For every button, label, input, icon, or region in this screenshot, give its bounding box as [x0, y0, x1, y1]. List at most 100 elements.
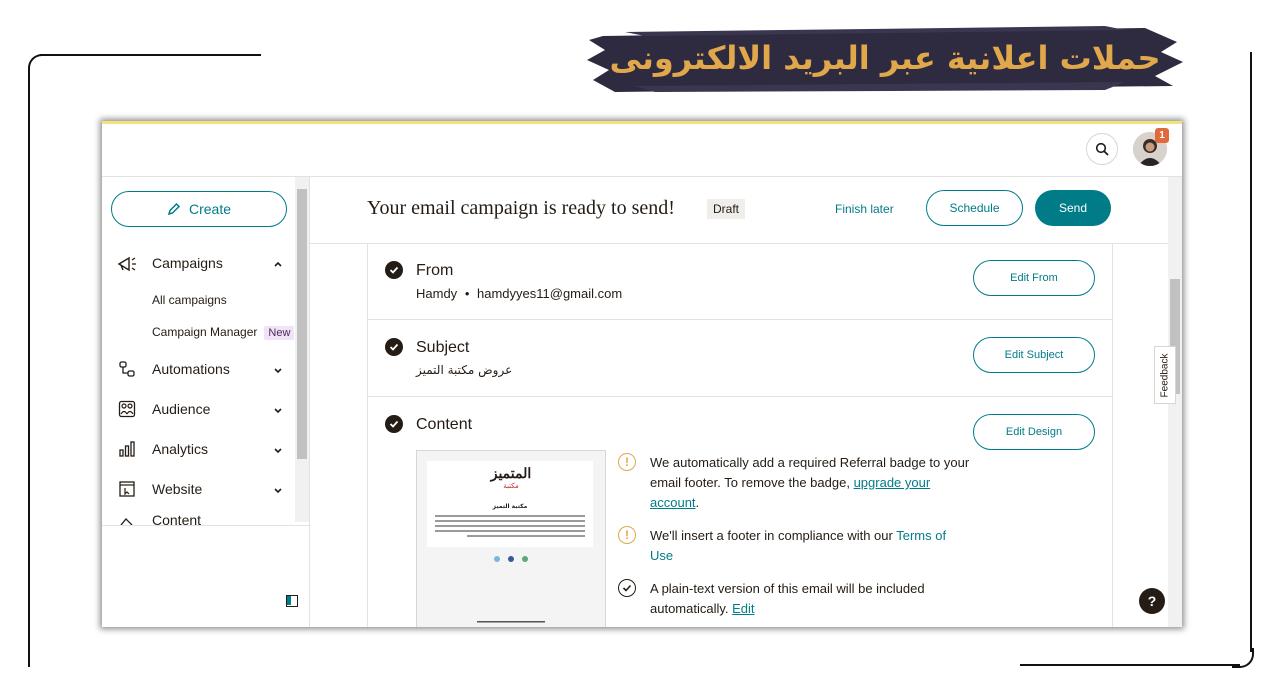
page-title: Your email campaign is ready to send!	[367, 197, 675, 219]
notification-badge: 1	[1155, 128, 1169, 143]
sidebar-item-audience[interactable]: Audience	[116, 397, 284, 421]
subitem-label: Campaign Manager	[152, 325, 258, 339]
chevron-down-icon	[272, 443, 284, 459]
schedule-button[interactable]: Schedule	[926, 190, 1023, 226]
search-icon	[1095, 142, 1109, 156]
subitem-label: All campaigns	[152, 293, 227, 307]
campaign-header: Your email campaign is ready to send! Dr…	[310, 177, 1168, 244]
send-button-label: Send	[1058, 201, 1088, 215]
notice-body: We'll insert a footer in compliance with…	[650, 528, 893, 543]
preview-logo-text: المتميز	[490, 466, 532, 482]
feedback-tab[interactable]: Feedback	[1154, 346, 1176, 404]
preview-body-lines	[435, 515, 585, 537]
notice-text: A plain-text version of this email will …	[650, 579, 970, 619]
chevron-down-icon	[272, 363, 284, 379]
campaign-checklist: From Hamdy • hamdyyes11@gmail.com Edit F…	[367, 243, 1113, 627]
from-separator: •	[464, 286, 470, 301]
subject-value: عروض مكتبة التميز	[416, 363, 513, 377]
notice-referral-badge: ! We automatically add a required Referr…	[618, 453, 970, 513]
chevron-down-icon	[272, 403, 284, 419]
edit-plain-text-link[interactable]: Edit	[732, 601, 754, 616]
notice-text: We automatically add a required Referral…	[650, 453, 970, 513]
from-title: From	[416, 262, 454, 279]
content-section: Content Edit Design المتميز مكتبة مكتبة …	[368, 397, 1112, 627]
content-title: Content	[416, 416, 473, 433]
frame-corner-top-left	[28, 54, 50, 76]
edit-subject-label: Edit Subject	[1004, 349, 1064, 361]
from-name: Hamdy	[416, 286, 458, 301]
from-section: From Hamdy • hamdyyes11@gmail.com Edit F…	[368, 243, 1112, 320]
notice-text: We'll insert a footer in compliance with…	[650, 526, 970, 566]
top-bar: 1	[102, 121, 1182, 177]
sidebar-item-automations[interactable]: Automations	[116, 357, 284, 381]
sidebar: Create Campaigns All campaigns Campaign …	[102, 177, 310, 627]
warning-icon: !	[618, 453, 636, 471]
chevron-down-icon	[272, 483, 284, 499]
notice-footer-compliance: ! We'll insert a footer in compliance wi…	[618, 526, 968, 566]
frame-top-line	[40, 54, 261, 56]
preview-logo-sub: مكتبة	[503, 482, 519, 490]
subject-title: Subject	[416, 339, 470, 356]
preview-logo: المتميز مكتبة	[483, 466, 539, 491]
preview-heading: مكتبة التميز	[492, 503, 528, 510]
create-button-label: Create	[188, 201, 232, 217]
from-email: hamdyyes11@gmail.com	[477, 286, 623, 301]
bar-chart-icon	[116, 438, 138, 460]
edit-design-button[interactable]: Edit Design	[973, 414, 1095, 450]
app-screenshot: 1 Create Campaigns All campaigns Campaig…	[102, 121, 1182, 627]
preview-footer-line	[477, 621, 545, 623]
schedule-button-label: Schedule	[949, 201, 1000, 215]
chevron-up-icon	[272, 257, 284, 273]
help-button[interactable]: ?	[1139, 588, 1165, 614]
banner-title: حملات اعلانية عبر البريد الالكترونى	[609, 39, 1161, 77]
collapse-sidebar-icon[interactable]	[286, 595, 298, 607]
new-badge: New	[264, 326, 295, 340]
subject-section: Subject عروض مكتبة التميز Edit Subject	[368, 320, 1112, 397]
send-button[interactable]: Send	[1035, 190, 1111, 226]
frame-bottom-line	[1020, 664, 1240, 666]
sidebar-item-label: Automations	[152, 361, 230, 377]
top-accent-strip	[102, 121, 1182, 124]
sidebar-item-website[interactable]: Website	[116, 477, 284, 501]
frame-right-line	[1250, 52, 1252, 652]
pencil-icon	[167, 202, 181, 216]
preview-social-icons	[494, 556, 528, 562]
check-icon	[385, 415, 403, 433]
sidebar-item-content[interactable]: Content	[116, 515, 284, 525]
sidebar-item-analytics[interactable]: Analytics	[116, 437, 284, 461]
finish-later-link[interactable]: Finish later	[835, 202, 894, 216]
status-badge: Draft	[707, 199, 746, 219]
from-details: Hamdy • hamdyyes11@gmail.com	[416, 286, 622, 301]
sidebar-item-label: Analytics	[152, 441, 209, 457]
warning-icon: !	[618, 526, 636, 544]
check-icon	[385, 338, 403, 356]
notice-body: A plain-text version of this email will …	[650, 581, 925, 616]
banner: حملات اعلانية عبر البريد الالكترونى	[585, 22, 1185, 94]
website-icon	[116, 478, 138, 500]
sidebar-item-label: Audience	[152, 401, 211, 417]
audience-icon	[116, 398, 138, 420]
check-icon	[385, 261, 403, 279]
sidebar-scrollbar-thumb[interactable]	[297, 189, 307, 459]
check-circle-icon	[618, 579, 636, 597]
search-button[interactable]	[1086, 133, 1118, 165]
sidebar-divider	[102, 525, 309, 526]
edit-from-button[interactable]: Edit From	[973, 260, 1095, 296]
edit-subject-button[interactable]: Edit Subject	[973, 337, 1095, 373]
frame-left-line	[28, 70, 30, 667]
create-button[interactable]: Create	[111, 191, 287, 227]
email-preview-thumbnail[interactable]: المتميز مكتبة مكتبة التميز	[416, 450, 606, 627]
notice-plain-text: A plain-text version of this email will …	[618, 579, 968, 619]
sidebar-item-label: Content	[152, 515, 202, 525]
sidebar-subitem-campaign-manager[interactable]: Campaign Manager New	[152, 325, 295, 340]
automation-icon	[116, 358, 138, 380]
notice-suffix: .	[695, 495, 700, 510]
edit-from-label: Edit From	[1010, 272, 1058, 284]
preview-card: المتميز مكتبة مكتبة التميز	[427, 461, 593, 547]
sidebar-item-label: Website	[152, 481, 203, 497]
content-icon	[116, 515, 138, 525]
feedback-label: Feedback	[1159, 353, 1171, 397]
sidebar-item-label: Campaigns	[152, 255, 223, 271]
sidebar-item-campaigns[interactable]: Campaigns	[116, 251, 284, 275]
sidebar-subitem-all-campaigns[interactable]: All campaigns	[152, 293, 227, 307]
